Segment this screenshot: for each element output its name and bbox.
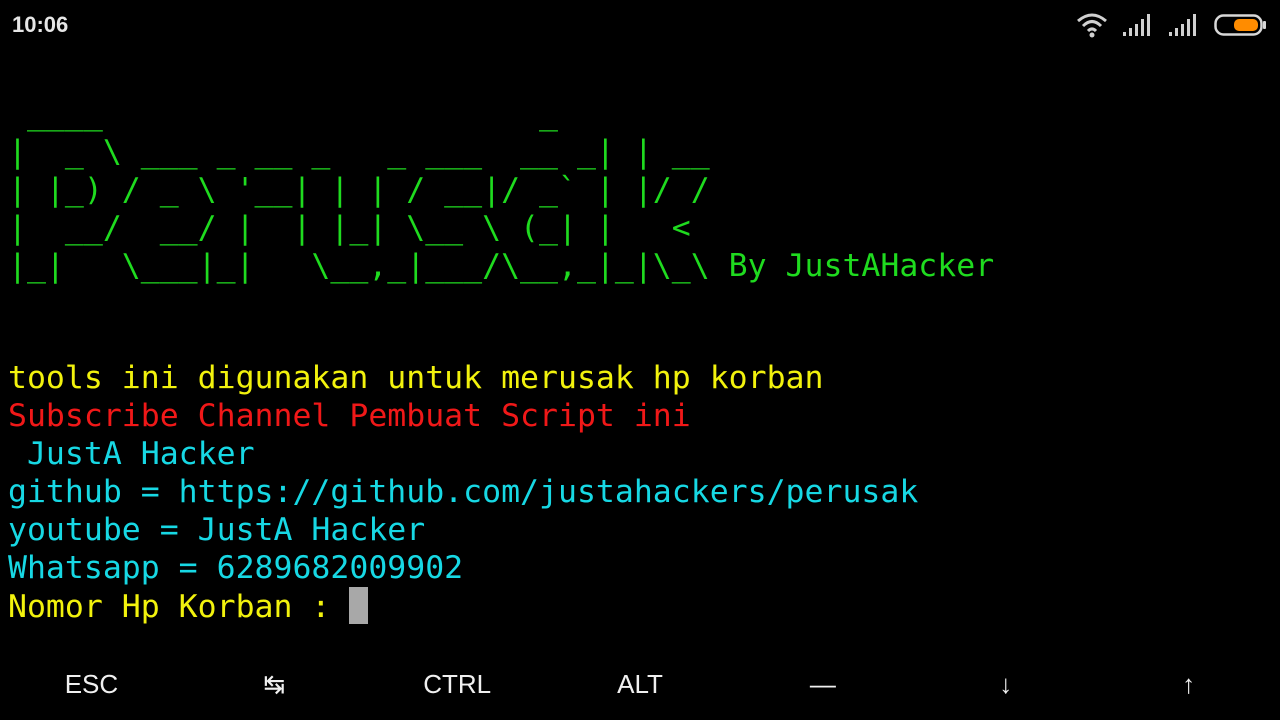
subscribe-message: Subscribe Channel Pembuat Script ini xyxy=(8,398,691,434)
banner-line: | __/ __/ | | |_| \__ \ (_| | < xyxy=(8,210,691,246)
tool-description: tools ini digunakan untuk merusak hp kor… xyxy=(8,360,824,396)
banner-line: | _ \ ___ _ __ _ _ ___ __ _| | __ xyxy=(8,134,710,170)
banner-line: | |_) / _ \ '__| | | / __|/ _` | |/ / xyxy=(8,172,710,208)
terminal-output[interactable]: ____ _ | _ \ ___ _ __ _ _ ___ __ _| | __… xyxy=(0,95,1280,645)
signal-icon xyxy=(1122,13,1154,37)
battery-icon xyxy=(1214,13,1268,37)
prompt-label: Nomor Hp Korban : xyxy=(8,589,350,625)
text-cursor xyxy=(349,587,369,624)
banner-line: |_| \___|_| \__,_|___/\__,_|_|\_\ By Jus… xyxy=(8,248,995,284)
dash-key[interactable]: — xyxy=(731,655,914,713)
prompt-line[interactable]: Nomor Hp Korban : xyxy=(8,587,369,626)
wifi-icon xyxy=(1076,12,1108,38)
whatsapp-info: Whatsapp = 6289682009902 xyxy=(8,550,464,586)
github-link: github = https://github.com/justahackers… xyxy=(8,474,919,510)
tab-key[interactable]: ↹ xyxy=(183,655,366,713)
youtube-info: youtube = JustA Hacker xyxy=(8,512,426,548)
extra-keys-row: ESC ↹ CTRL ALT — ↓ ↑ xyxy=(0,655,1280,713)
status-clock: 10:06 xyxy=(12,12,69,37)
alt-key[interactable]: ALT xyxy=(549,655,732,713)
ctrl-key[interactable]: CTRL xyxy=(366,655,549,713)
arrow-up-key[interactable]: ↑ xyxy=(1097,655,1280,713)
author-name: JustA Hacker xyxy=(8,436,255,472)
esc-key[interactable]: ESC xyxy=(0,655,183,713)
arrow-down-key[interactable]: ↓ xyxy=(914,655,1097,713)
status-icons xyxy=(1076,10,1268,40)
ascii-banner: ____ _ | _ \ ___ _ __ _ _ ___ __ _| | __… xyxy=(8,95,994,285)
status-bar: 10:06 xyxy=(0,0,1280,50)
banner-line: ____ _ xyxy=(8,96,558,132)
signal-icon xyxy=(1168,13,1200,37)
